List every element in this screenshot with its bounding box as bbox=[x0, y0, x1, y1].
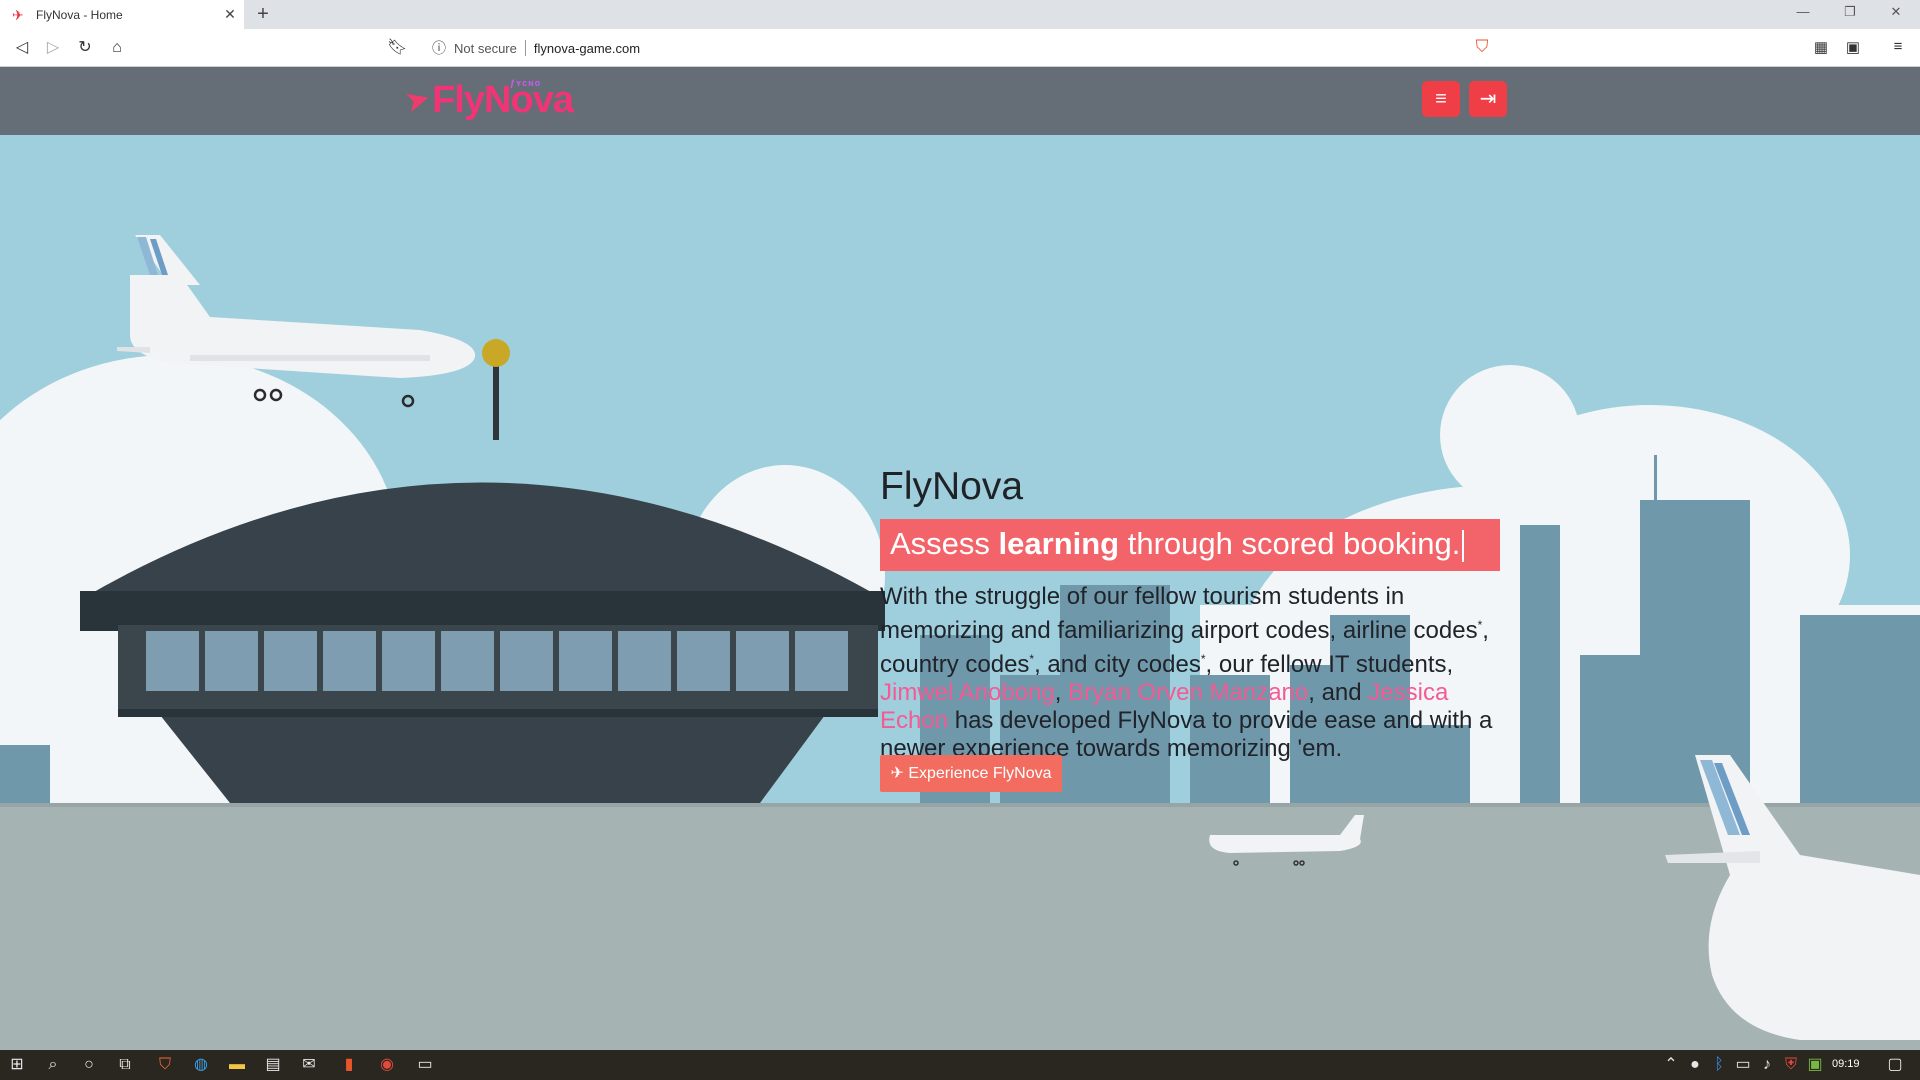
typing-caret bbox=[1462, 529, 1465, 562]
hero-description: With the struggle of our fellow tourism … bbox=[880, 583, 1520, 763]
new-tab-button[interactable]: + bbox=[252, 3, 274, 25]
home-icon[interactable]: ⌂ bbox=[107, 38, 127, 58]
clock[interactable]: 09:19 bbox=[1832, 1058, 1860, 1070]
task-view-icon[interactable]: ⧉ bbox=[114, 1055, 136, 1075]
network-icon[interactable]: ▭ bbox=[1732, 1055, 1754, 1075]
sliders-icon: ≡ bbox=[1435, 88, 1447, 110]
not-secure-label: Not secure bbox=[454, 40, 517, 56]
hero-tagline: Assess learning through scored booking. bbox=[880, 519, 1500, 571]
windows-taskbar: ⊞ ⌕ ○ ⧉ ⛉ ◍ ▬ ▤ ✉ ▮ ◉ ▭ ⌃ ● ᛒ ▭ ♪ ⛨ ▣ 09… bbox=[0, 1050, 1920, 1080]
menu-icon[interactable]: ≡ bbox=[1888, 38, 1908, 55]
close-tab-icon[interactable]: ✕ bbox=[222, 6, 238, 23]
restore-icon[interactable]: ❐ bbox=[1840, 4, 1860, 20]
body-text-4: , our fellow IT students, bbox=[1205, 651, 1454, 678]
author-link-2[interactable]: Bryan Orven Manzano bbox=[1068, 679, 1308, 706]
search-icon[interactable]: ⌕ bbox=[42, 1055, 64, 1075]
login-icon: ⇥ bbox=[1479, 88, 1497, 110]
author-link-1[interactable]: Jimwel Anobong bbox=[880, 679, 1055, 706]
notifications-icon[interactable]: ▢ bbox=[1884, 1055, 1906, 1075]
site-header: ➤ FlyNova ƒʏᴄɴᴏ ≡ ⇥ bbox=[0, 67, 1920, 135]
reader-mode-icon[interactable]: ▣ bbox=[1843, 38, 1863, 56]
microphone-icon[interactable]: ● bbox=[1684, 1055, 1706, 1075]
browser-tabbar: ✈ FlyNova - Home ✕ + — ❐ ✕ bbox=[0, 0, 1920, 29]
login-button[interactable]: ⇥ bbox=[1469, 81, 1507, 117]
body-text-3: , and city codes bbox=[1034, 651, 1201, 678]
info-icon[interactable]: ⓘ bbox=[432, 38, 446, 58]
edge-icon[interactable]: ◍ bbox=[190, 1055, 212, 1075]
body-text-5: has developed FlyNova to provide ease an… bbox=[880, 707, 1493, 762]
volume-icon[interactable]: ♪ bbox=[1756, 1055, 1778, 1075]
flynova-logo[interactable]: ➤ FlyNova ƒʏᴄɴᴏ bbox=[401, 75, 574, 125]
address-bar[interactable]: ⓘ Not secure flynova-game.com bbox=[418, 33, 1498, 63]
tab-title: FlyNova - Home bbox=[36, 7, 123, 22]
address-separator bbox=[524, 40, 526, 56]
author-sep-1: , bbox=[1054, 679, 1069, 706]
hero-content: FlyNova Assess learning through scored b… bbox=[880, 463, 1520, 763]
recorder-icon[interactable]: ◉ bbox=[376, 1055, 398, 1075]
logo-subtext: ƒʏᴄɴᴏ bbox=[510, 78, 542, 88]
brave-browser-icon[interactable]: ⛉ bbox=[154, 1055, 176, 1075]
reload-icon[interactable]: ↻ bbox=[75, 38, 95, 58]
logo-plane-icon: ➤ bbox=[401, 80, 434, 120]
tagline-part-1: Assess bbox=[890, 526, 999, 561]
hero-title: FlyNova bbox=[880, 465, 1024, 508]
browser-toolbar: ◁ ▷ ↻ ⌂ 🔖︎ ⓘ Not secure flynova-game.com… bbox=[0, 29, 1920, 67]
nvidia-icon[interactable]: ▣ bbox=[1804, 1055, 1826, 1075]
store-icon[interactable]: ▤ bbox=[262, 1055, 284, 1075]
close-window-icon[interactable]: ✕ bbox=[1886, 4, 1906, 20]
body-text-1: With the struggle of our fellow tourism … bbox=[880, 583, 1478, 644]
settings-filter-button[interactable]: ≡ bbox=[1422, 81, 1460, 117]
windows-start-icon[interactable]: ⊞ bbox=[6, 1055, 28, 1075]
bookmark-icon[interactable]: 🔖︎ bbox=[387, 38, 407, 58]
flynova-favicon-icon: ✈ bbox=[12, 6, 24, 23]
experience-flynova-button[interactable]: ✈ Experience FlyNova bbox=[880, 755, 1062, 792]
author-sep-2: , and bbox=[1308, 679, 1369, 706]
cortana-icon[interactable]: ○ bbox=[78, 1055, 100, 1075]
browser-tab[interactable]: ✈ FlyNova - Home ✕ bbox=[0, 0, 244, 29]
forward-icon[interactable]: ▷ bbox=[43, 38, 63, 58]
security-icon[interactable]: ⛨ bbox=[1780, 1055, 1802, 1075]
bluetooth-icon[interactable]: ᛒ bbox=[1708, 1055, 1730, 1075]
brave-shield-icon[interactable]: ⛉ bbox=[1472, 37, 1492, 59]
qr-code-icon[interactable]: ▦ bbox=[1811, 38, 1831, 56]
terminal-icon[interactable]: ▭ bbox=[414, 1055, 436, 1075]
logo-text: FlyNova bbox=[432, 78, 574, 121]
minimize-icon[interactable]: — bbox=[1793, 4, 1813, 19]
mail-icon[interactable]: ✉ bbox=[298, 1055, 320, 1075]
back-icon[interactable]: ◁ bbox=[12, 38, 32, 58]
file-explorer-icon[interactable]: ▬ bbox=[226, 1055, 248, 1075]
tray-overflow-icon[interactable]: ⌃ bbox=[1660, 1055, 1682, 1075]
url-text[interactable]: flynova-game.com bbox=[534, 41, 640, 56]
tagline-bold: learning bbox=[998, 526, 1120, 561]
office-icon[interactable]: ▮ bbox=[338, 1055, 360, 1075]
tagline-part-2: through scored booking. bbox=[1119, 526, 1461, 561]
